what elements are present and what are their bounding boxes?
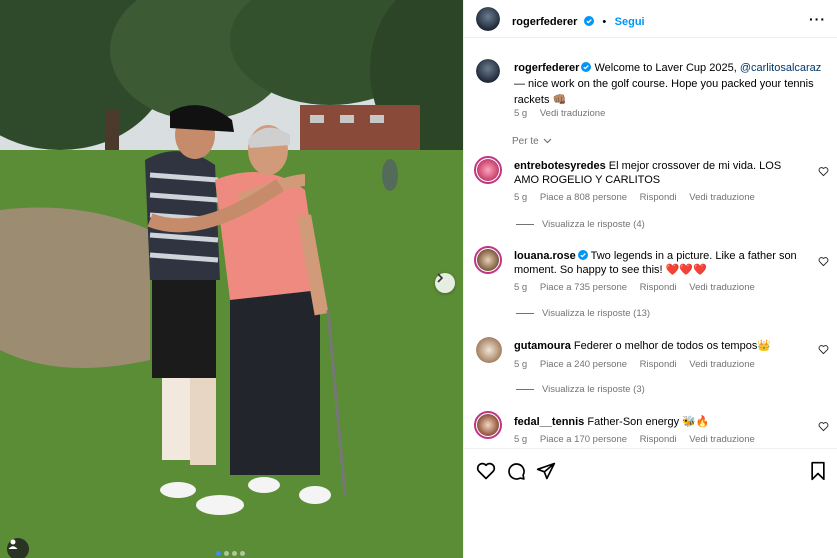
comment-likes[interactable]: Piace a 735 persone: [540, 282, 627, 293]
comment-text: Federer o melhor de todos os tempos👑: [573, 340, 772, 352]
post-action-bar: [464, 448, 837, 558]
caption-meta: 5 g Vedi traduzione: [514, 108, 615, 119]
like-comment-icon[interactable]: [818, 421, 829, 432]
like-comment-icon[interactable]: [818, 256, 829, 267]
caption-mention-link[interactable]: @carlitosalcaraz: [740, 62, 821, 74]
carousel-dot: [240, 551, 245, 556]
comment-meta: 5 g Piace a 808 persone Rispondi Vedi tr…: [514, 192, 765, 203]
like-comment-icon[interactable]: [818, 344, 829, 355]
caption-translate-link[interactable]: Vedi traduzione: [540, 108, 606, 119]
comment-likes[interactable]: Piace a 240 persone: [540, 359, 627, 370]
carousel-indicator: [216, 551, 245, 556]
chevron-down-icon: [544, 138, 552, 144]
comment-avatar[interactable]: [474, 411, 502, 439]
comment-avatar[interactable]: [474, 156, 502, 184]
comment-avatar[interactable]: [474, 246, 502, 274]
post-side-panel: rogerfederer • Segui ··· rogerfederer We…: [463, 0, 837, 558]
comment-avatar[interactable]: [476, 337, 502, 363]
comment-body: entrebotesyredes El mejor crossover de m…: [514, 159, 804, 187]
comment-age: 5 g: [514, 282, 528, 293]
caption-author-avatar[interactable]: [476, 59, 500, 83]
photo-illustration: [0, 0, 463, 558]
carousel-dot: [232, 551, 237, 556]
post-header: rogerfederer • Segui ···: [464, 0, 837, 38]
post-photo[interactable]: [0, 0, 463, 558]
replies-divider: [516, 223, 534, 225]
comment-icon[interactable]: [506, 461, 526, 481]
comment-meta: 5 g Piace a 240 persone Rispondi Vedi tr…: [514, 359, 765, 370]
author-row: rogerfederer • Segui: [512, 12, 645, 30]
comment-translate-link[interactable]: Vedi traduzione: [689, 434, 755, 445]
carousel-dot-active: [216, 551, 221, 556]
comment-item: gutamoura Federer o melhor de todos os t…: [464, 337, 837, 403]
comment-translate-link[interactable]: Vedi traduzione: [689, 282, 755, 293]
user-icon: [8, 539, 18, 549]
comment-age: 5 g: [514, 359, 528, 370]
comment-item: fedal__tennis Father-Son energy 🐝🔥 5 g P…: [464, 411, 837, 447]
view-replies-label: Visualizza le risposte (3): [542, 384, 645, 395]
chevron-right-icon: [437, 273, 444, 283]
caption-age: 5 g: [514, 108, 528, 119]
comment-meta: 5 g Piace a 735 persone Rispondi Vedi tr…: [514, 282, 765, 293]
comment-translate-link[interactable]: Vedi traduzione: [689, 192, 755, 203]
comment-reply-button[interactable]: Rispondi: [640, 434, 677, 445]
comment-meta: 5 g Piace a 170 persone Rispondi Vedi tr…: [514, 434, 765, 445]
tagged-users-button[interactable]: [7, 538, 29, 558]
sort-label: Per te: [512, 136, 539, 147]
separator-dot: •: [602, 16, 607, 28]
comment-item: louana.rose Two legends in a picture. Li…: [464, 246, 837, 326]
comment-body: louana.rose Two legends in a picture. Li…: [514, 249, 804, 277]
comment-body: fedal__tennis Father-Son energy 🐝🔥: [514, 415, 804, 429]
comment-body: gutamoura Federer o melhor de todos os t…: [514, 339, 804, 353]
bookmark-icon[interactable]: [808, 461, 828, 481]
caption-username[interactable]: rogerfederer: [514, 62, 579, 74]
comment-username[interactable]: gutamoura: [514, 340, 571, 352]
share-icon[interactable]: [536, 461, 556, 481]
comment-reply-button[interactable]: Rispondi: [640, 359, 677, 370]
author-avatar[interactable]: [476, 7, 500, 31]
more-options-icon[interactable]: ···: [809, 11, 826, 27]
verified-badge-icon: [583, 16, 594, 26]
caption-text: Welcome to Laver Cup 2025,: [594, 62, 740, 74]
comment-age: 5 g: [514, 434, 528, 445]
comment-username[interactable]: fedal__tennis: [514, 416, 584, 428]
author-username[interactable]: rogerfederer: [512, 16, 577, 28]
view-replies-button[interactable]: Visualizza le risposte (3): [516, 384, 645, 395]
replies-divider: [516, 388, 534, 390]
view-replies-label: Visualizza le risposte (13): [542, 308, 651, 319]
comment-translate-link[interactable]: Vedi traduzione: [689, 359, 755, 370]
like-comment-icon[interactable]: [818, 166, 829, 177]
view-replies-button[interactable]: Visualizza le risposte (4): [516, 219, 645, 230]
verified-badge-icon: [581, 62, 592, 72]
comment-age: 5 g: [514, 192, 528, 203]
comment-username[interactable]: entrebotesyredes: [514, 160, 606, 172]
view-replies-button[interactable]: Visualizza le risposte (13): [516, 308, 650, 319]
verified-badge-icon: [577, 250, 588, 260]
post-caption: rogerfederer Welcome to Laver Cup 2025, …: [514, 60, 826, 108]
comment-item: entrebotesyredes El mejor crossover de m…: [464, 156, 837, 236]
comment-likes[interactable]: Piace a 170 persone: [540, 434, 627, 445]
comment-text: Father-Son energy 🐝🔥: [587, 416, 710, 428]
carousel-dot: [224, 551, 229, 556]
comment-likes[interactable]: Piace a 808 persone: [540, 192, 627, 203]
comment-reply-button[interactable]: Rispondi: [640, 192, 677, 203]
like-icon[interactable]: [476, 461, 496, 481]
view-replies-label: Visualizza le risposte (4): [542, 219, 645, 230]
sort-comments-dropdown[interactable]: Per te: [512, 136, 552, 147]
follow-button[interactable]: Segui: [615, 16, 645, 28]
replies-divider: [516, 312, 534, 314]
caption-text-rest: — nice work on the golf course. Hope you…: [514, 78, 814, 106]
comment-reply-button[interactable]: Rispondi: [640, 282, 677, 293]
comment-username[interactable]: louana.rose: [514, 250, 576, 262]
carousel-next-button[interactable]: [435, 273, 455, 293]
